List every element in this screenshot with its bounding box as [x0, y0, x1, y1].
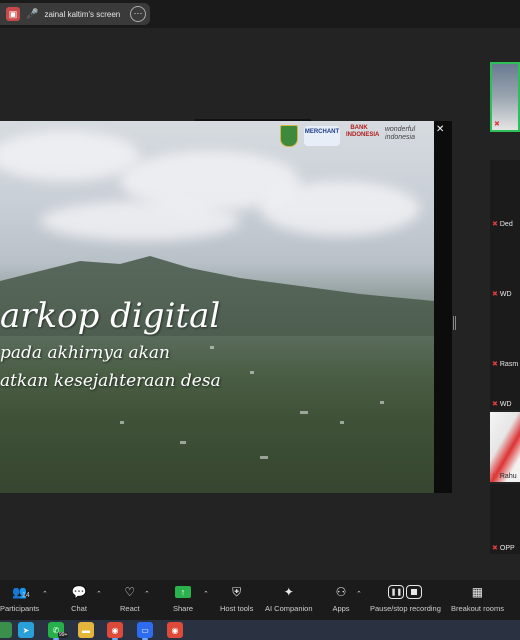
muted-mic-icon: ✖: [492, 221, 498, 228]
muted-mic-icon: ✖: [492, 291, 498, 298]
participant-tile[interactable]: ✖ WD: [490, 230, 520, 300]
chrome-icon-2[interactable]: ◉: [167, 622, 183, 638]
participant-name: OPP: [499, 544, 515, 552]
participant-name: Ded: [499, 220, 513, 228]
muted-mic-icon: ✖: [492, 545, 498, 552]
heart-icon: ♡: [124, 585, 136, 599]
participant-tile[interactable]: ✖ WD: [490, 370, 520, 410]
participant-name: Rasm: [499, 360, 519, 368]
share-arrow-icon: ↑: [175, 586, 191, 598]
react-button[interactable]: ♡ React: [120, 584, 140, 613]
participant-count: 14: [22, 592, 30, 599]
participant-tile[interactable]: ✖ Rahu: [490, 412, 520, 482]
participants-label: Participants: [0, 604, 40, 613]
participant-name: WD: [499, 400, 512, 408]
ai-companion-label: AI Companion: [265, 604, 313, 613]
grid-icon: ▦: [471, 585, 484, 599]
share-label: Share: [173, 604, 194, 613]
chat-button[interactable]: 💬 Chat: [70, 584, 88, 613]
chrome-icon[interactable]: ◉: [107, 622, 123, 640]
top-bar: ▣ 🎤 zainal kaltim's screen ⋯: [0, 0, 520, 28]
apps-label: Apps: [332, 604, 350, 613]
participant-name: Rahu: [499, 472, 517, 480]
zoom-taskbar-icon[interactable]: ▭: [137, 622, 153, 640]
host-tools-button[interactable]: ⛨ Host tools: [220, 584, 254, 614]
slide-line-1: pada akhirnya akan: [0, 343, 170, 363]
sponsor-logos: MERCHANT BANK INDONESIA wonderful indone…: [280, 125, 422, 147]
shield-icon: ⛨: [232, 584, 242, 599]
close-icon[interactable]: ✕: [436, 124, 444, 135]
shared-screen-content: MERCHANT BANK INDONESIA wonderful indone…: [0, 121, 434, 493]
ai-companion-button[interactable]: ✦ AI Companion: [265, 584, 313, 613]
apps-icon: ⚇: [335, 585, 347, 599]
participant-name: WD: [499, 290, 512, 298]
muted-mic-icon: ✖: [492, 401, 498, 408]
react-label: React: [120, 604, 140, 613]
host-tools-label: Host tools: [220, 604, 254, 613]
apps-button[interactable]: ⚇ Apps: [332, 584, 350, 613]
chat-caret-icon[interactable]: ⌃: [96, 590, 102, 598]
meeting-toolbar: 👥 14 Participants ⌃ 💬 Chat ⌃ ♡ React ⌃ ↑…: [0, 580, 520, 620]
slide-line-2: atkan kesejahteraan desa: [0, 371, 221, 391]
chat-icon: 💬: [71, 585, 87, 599]
react-caret-icon[interactable]: ⌃: [144, 590, 150, 598]
muted-mic-icon: ✖: [492, 473, 498, 480]
os-taskbar: ➤ ✆ 99+ ▬ ◉ ▭ ◉: [0, 620, 520, 640]
whatsapp-badge: 99+: [58, 632, 69, 638]
participant-gallery: ✖ ✖ Ded ✖ WD ✖ Rasm ✖ WD ✖ Rahu ✖ OPP: [490, 60, 520, 560]
participants-caret-icon[interactable]: ⌃: [42, 590, 48, 598]
participant-tile[interactable]: ✖: [490, 62, 520, 132]
recording-label: Pause/stop recording: [370, 604, 441, 613]
stop-icon: [406, 585, 423, 599]
telegram-icon[interactable]: ➤: [18, 622, 34, 638]
muted-mic-icon: ✖: [494, 121, 500, 128]
slide-side-bar: [434, 121, 452, 493]
share-button[interactable]: ↑ Share: [173, 584, 193, 613]
participant-tile[interactable]: ✖ Rasm: [490, 300, 520, 370]
apps-caret-icon[interactable]: ⌃: [356, 590, 362, 598]
slide-title: arkop digital: [0, 296, 221, 336]
merchant-logo: MERCHANT: [304, 126, 340, 146]
screen-share-indicator[interactable]: ▣ 🎤 zainal kaltim's screen ⋯: [0, 3, 150, 25]
gallery-resize-handle[interactable]: [453, 316, 456, 330]
sparkle-icon: ✦: [283, 585, 294, 599]
participants-button[interactable]: 👥 14 Participants: [0, 584, 39, 613]
app-icon[interactable]: [0, 622, 12, 638]
share-title: zainal kaltim's screen: [44, 9, 121, 19]
share-caret-icon[interactable]: ⌃: [203, 590, 209, 598]
regional-crest-icon: [280, 125, 298, 147]
chat-label: Chat: [71, 604, 87, 613]
whatsapp-icon[interactable]: ✆ 99+: [48, 622, 69, 640]
more-icon[interactable]: ⋯: [130, 6, 146, 22]
breakout-rooms-button[interactable]: ▦ Breakout rooms: [451, 584, 504, 613]
zoom-app-icon: ▣: [6, 7, 20, 21]
pause-icon: ❚❚: [388, 585, 405, 599]
recording-button[interactable]: ❚❚ Pause/stop recording: [370, 584, 441, 613]
breakout-label: Breakout rooms: [451, 604, 504, 613]
file-explorer-icon[interactable]: ▬: [78, 622, 94, 638]
wonderful-indonesia-logo: wonderful indonesia: [384, 126, 416, 141]
participant-tile[interactable]: ✖ OPP: [490, 484, 520, 554]
participant-tile[interactable]: ✖ Ded: [490, 160, 520, 230]
bank-indonesia-logo: BANK INDONESIA: [346, 125, 380, 138]
microphone-icon: 🎤: [26, 8, 39, 20]
muted-mic-icon: ✖: [492, 361, 498, 368]
